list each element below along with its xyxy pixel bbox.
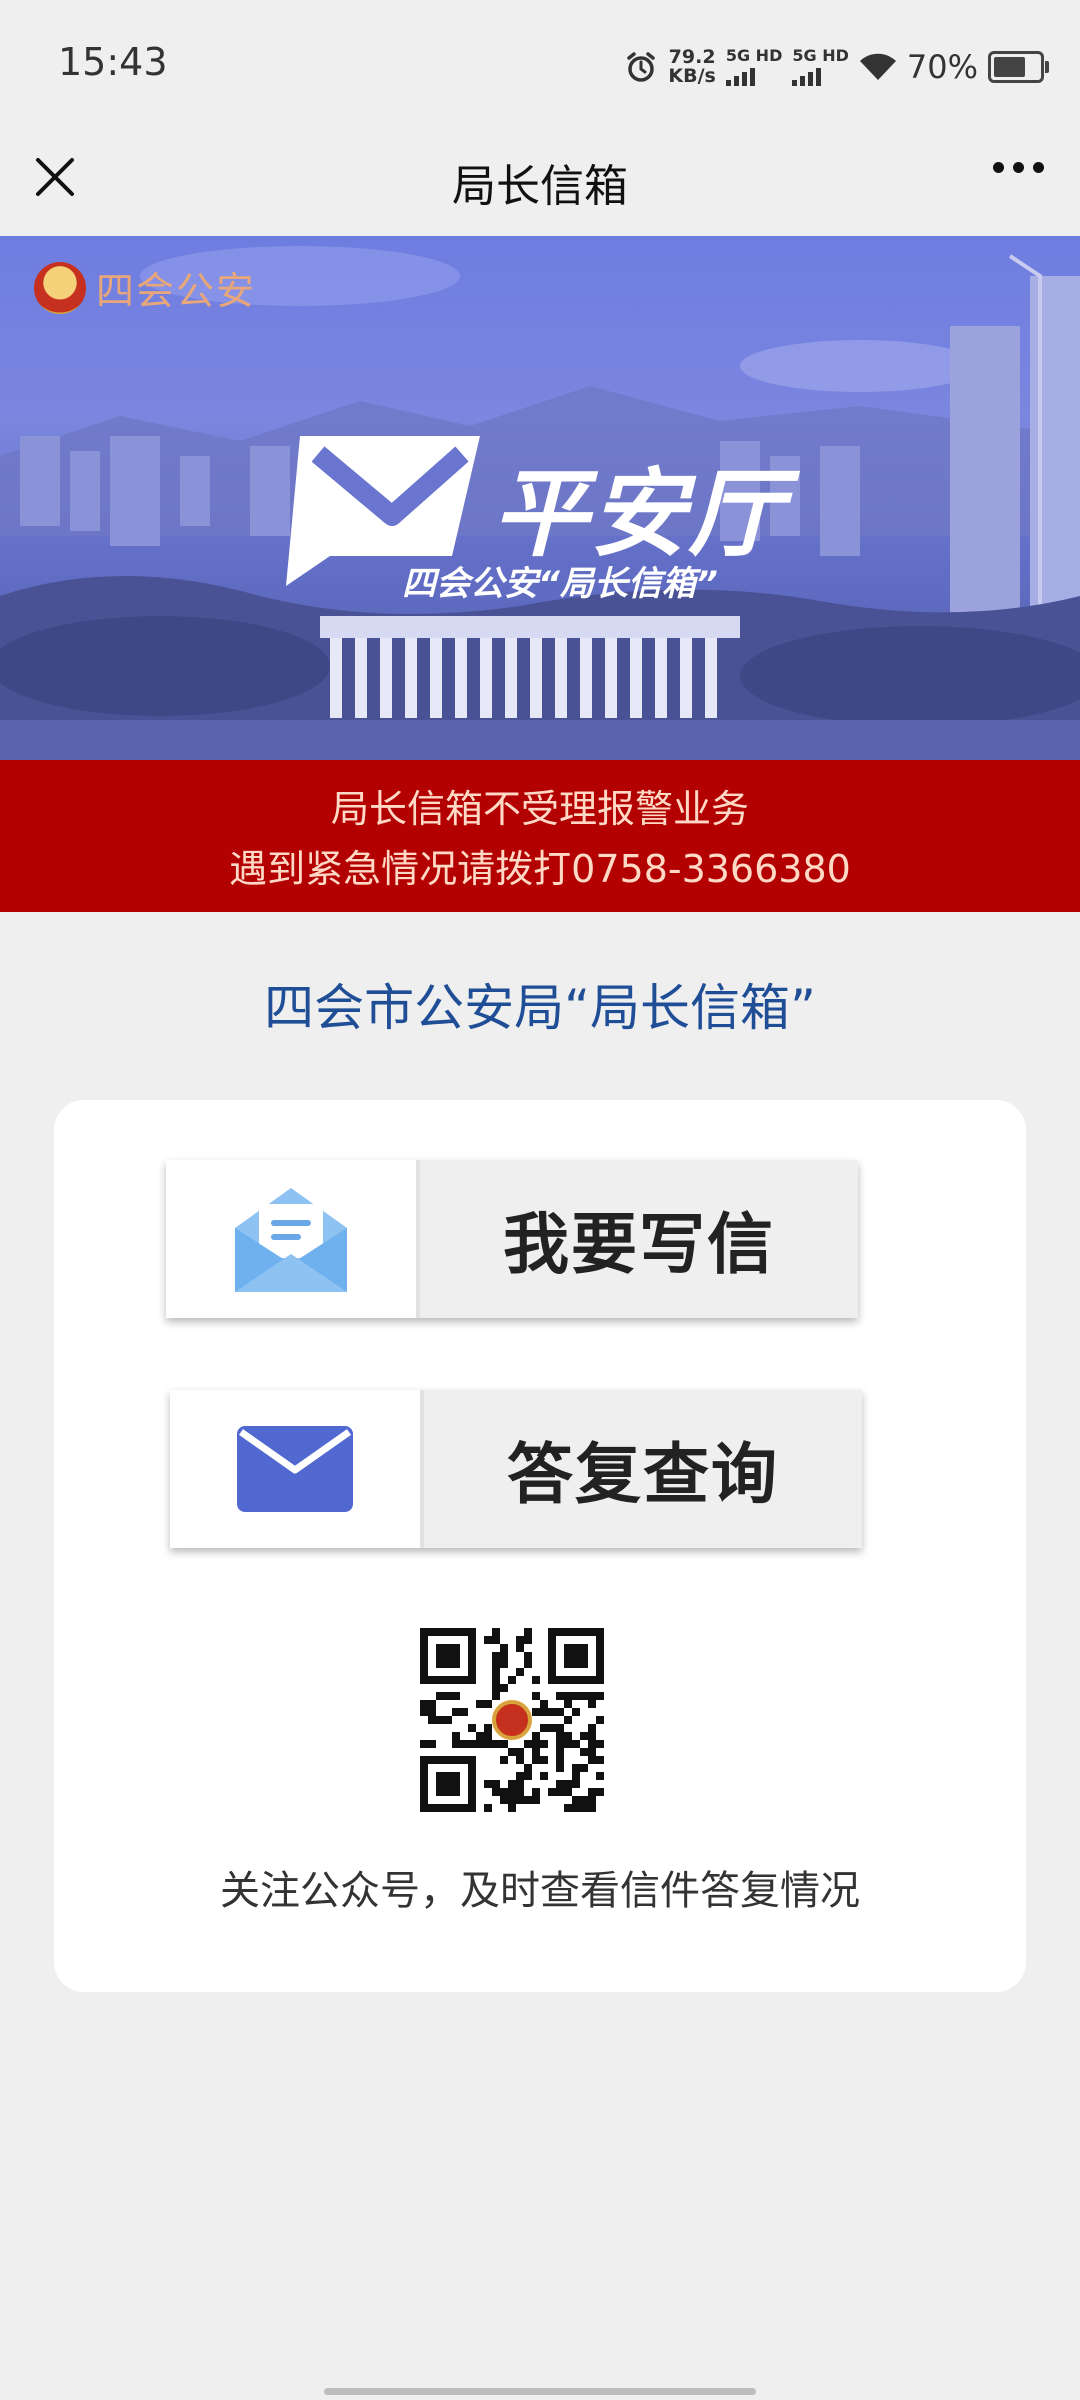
notice-line-1: 局长信箱不受理报警业务 xyxy=(330,787,749,831)
logo-word: 平安厅 xyxy=(492,458,786,570)
wifi-icon xyxy=(859,53,896,80)
page-title: 局长信箱 xyxy=(452,161,628,212)
qr-code[interactable] xyxy=(420,1628,604,1812)
write-letter-label: 我要写信 xyxy=(420,1160,858,1318)
reply-query-label: 答复查询 xyxy=(424,1390,862,1548)
org-badge: 四会公安 xyxy=(34,260,256,315)
police-emblem-icon xyxy=(34,261,86,314)
banner-image: 四会公安 平安厅 四会公安“局长信箱” xyxy=(0,236,1080,760)
reply-query-button[interactable]: 答复查询 xyxy=(170,1390,862,1548)
status-icons: 79.2 KB/s 5G HD 5G HD 70% xyxy=(624,42,1049,92)
sim2-label: 5G HD xyxy=(792,46,849,65)
net-speed: 79.2 KB/s xyxy=(668,48,715,86)
home-indicator[interactable] xyxy=(324,2388,756,2395)
qr-caption: 关注公众号，及时查看信件答复情况 xyxy=(220,1868,860,1914)
net-speed-unit: KB/s xyxy=(668,65,716,87)
logo-subtitle: 四会公安“局长信箱” xyxy=(402,564,718,604)
section-title: 四会市公安局“局长信箱” xyxy=(264,979,816,1037)
mailbox-card: 我要写信 答复查询 关注公众号，及时查看信件答复情况 xyxy=(54,1100,1026,1992)
write-letter-button[interactable]: 我要写信 xyxy=(166,1160,858,1318)
status-time: 15:43 xyxy=(58,40,168,84)
battery-icon xyxy=(988,51,1049,83)
reply-query-icon-box xyxy=(170,1390,424,1548)
notice-line-2: 遇到紧急情况请拨打0758-3366380 xyxy=(229,847,851,891)
signal-icon: 5G HD xyxy=(725,46,783,86)
signal-icon-2: 5G HD xyxy=(792,48,849,86)
qr-emblem-icon xyxy=(492,1700,532,1740)
more-icon[interactable] xyxy=(993,162,1044,173)
envelope-icon xyxy=(237,1426,353,1512)
write-letter-icon-box xyxy=(166,1160,420,1318)
sim1-label: 5G HD xyxy=(725,46,783,65)
alarm-icon xyxy=(627,52,656,82)
logo: 平安厅 xyxy=(280,436,820,576)
nav-bar: 局长信箱 xyxy=(0,132,1080,236)
battery-text: 70% xyxy=(906,48,978,86)
status-bar: 15:43 79.2 KB/s 5G HD 5G HD 70% xyxy=(0,0,1080,132)
emergency-notice: 局长信箱不受理报警业务 遇到紧急情况请拨打0758-3366380 xyxy=(0,760,1080,912)
open-envelope-icon xyxy=(235,1188,347,1292)
org-name: 四会公安 xyxy=(96,269,257,313)
